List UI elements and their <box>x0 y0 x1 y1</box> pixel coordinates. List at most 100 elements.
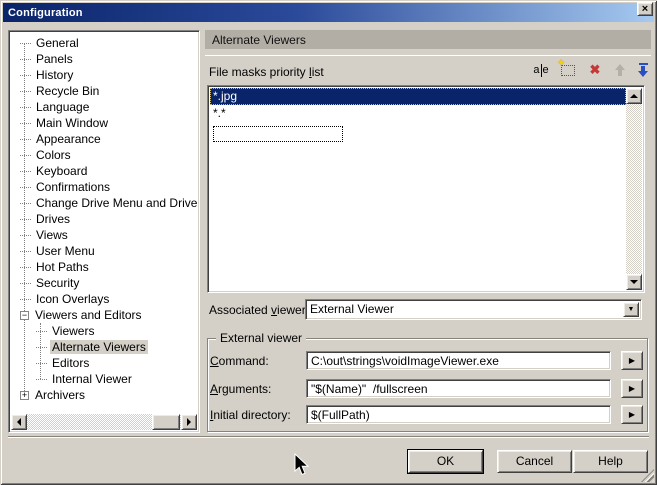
tree-item[interactable]: Icon Overlays <box>11 291 197 307</box>
initial-directory-input[interactable] <box>306 405 611 424</box>
dropdown-button[interactable]: ▼ <box>623 302 639 317</box>
initial-directory-browse-button[interactable]: ▶ <box>621 405 643 424</box>
move-up-button[interactable] <box>610 60 630 80</box>
move-up-icon <box>615 64 625 76</box>
file-masks-label: File masks priority list <box>209 65 324 79</box>
page-title-band: Alternate Viewers <box>205 30 651 49</box>
mask-item[interactable]: *.* <box>210 105 626 122</box>
tree-item[interactable]: −Viewers and Editors <box>11 307 197 323</box>
scrollbar-thumb[interactable] <box>152 414 180 430</box>
tree-item-label: History <box>34 68 75 82</box>
tree-item[interactable]: Keyboard <box>11 163 197 179</box>
rename-mask-button[interactable]: ae <box>531 60 551 80</box>
tree-item[interactable]: Change Drive Menu and Drive Ba <box>11 195 197 211</box>
new-mask-edit-box[interactable] <box>213 126 343 142</box>
tree-item[interactable]: Confirmations <box>11 179 197 195</box>
new-mask-button[interactable]: ✦ <box>558 60 578 80</box>
tree-connector <box>20 59 31 60</box>
mask-item[interactable]: *.jpg <box>210 88 626 105</box>
mouse-cursor <box>294 453 312 479</box>
cancel-button[interactable]: Cancel <box>497 450 572 473</box>
tree-horizontal-scrollbar[interactable] <box>11 414 197 430</box>
tree-item[interactable]: Colors <box>11 147 197 163</box>
expand-icon[interactable]: + <box>20 391 29 400</box>
tree-item[interactable]: History <box>11 67 197 83</box>
chevron-down-icon: ▼ <box>628 306 635 313</box>
tree-connector <box>20 91 31 92</box>
tree-item-label: Keyboard <box>34 164 89 178</box>
tree-item-label: Security <box>34 276 81 290</box>
tree-connector <box>20 235 31 236</box>
scroll-left-button[interactable] <box>11 414 27 430</box>
tree-connector <box>36 363 47 364</box>
move-down-button[interactable] <box>633 60 653 80</box>
tree-item[interactable]: Panels <box>11 51 197 67</box>
tree-item-label: Internal Viewer <box>50 372 134 386</box>
tree-item[interactable]: Drives <box>11 211 197 227</box>
bottom-separator <box>8 436 649 438</box>
command-browse-button[interactable]: ▶ <box>621 351 643 370</box>
page-title: Alternate Viewers <box>212 33 306 47</box>
close-icon: × <box>642 3 648 15</box>
tree-item-label: Alternate Viewers <box>50 340 148 354</box>
tree-item[interactable]: Security <box>11 275 197 291</box>
tree-connector <box>20 75 31 76</box>
tree-item-label: Confirmations <box>34 180 112 194</box>
browse-arrow-icon: ▶ <box>629 356 635 365</box>
associated-viewer-label: Associated viewer: <box>209 303 309 317</box>
tree-item[interactable]: Main Window <box>11 115 197 131</box>
tree-connector <box>20 251 31 252</box>
tree-connector <box>20 43 31 44</box>
scroll-up-icon <box>630 94 638 98</box>
tree-item-label: Viewers <box>50 324 96 338</box>
scroll-down-button[interactable] <box>626 274 642 290</box>
tree-item[interactable]: Language <box>11 99 197 115</box>
delete-mask-button[interactable]: ✖ <box>585 60 605 80</box>
scroll-left-icon <box>17 418 21 426</box>
list-vertical-scrollbar[interactable] <box>626 88 642 290</box>
tree-item[interactable]: + Archivers <box>11 387 197 403</box>
tree-item-label: Main Window <box>34 116 110 130</box>
tree-item[interactable]: Viewers <box>11 323 197 339</box>
ok-button[interactable]: OK <box>408 450 483 473</box>
tree-connector <box>20 283 31 284</box>
tree-connector <box>20 123 31 124</box>
tree-item-label: User Menu <box>34 244 97 258</box>
tree-item[interactable]: General <box>11 35 197 51</box>
close-button[interactable]: × <box>637 2 653 16</box>
tree-item-label: General <box>34 36 81 50</box>
tree-item[interactable]: User Menu <box>11 243 197 259</box>
tree-item-label: Archivers <box>33 388 87 402</box>
file-masks-list: *.jpg*.* <box>207 85 645 293</box>
mask-rows: *.jpg*.* <box>210 88 626 290</box>
tree-item-label: Change Drive Menu and Drive Ba <box>34 196 197 210</box>
tree-item[interactable]: Internal Viewer <box>11 371 197 387</box>
title-bar[interactable]: Configuration <box>3 3 654 22</box>
command-input[interactable] <box>306 351 611 370</box>
tree-item[interactable]: Editors <box>11 355 197 371</box>
tree-connector <box>20 107 31 108</box>
arguments-browse-button[interactable]: ▶ <box>621 379 643 398</box>
tree-item[interactable]: Appearance <box>11 131 197 147</box>
tree-item[interactable]: Views <box>11 227 197 243</box>
arguments-label: Arguments: <box>210 382 271 396</box>
arguments-input[interactable] <box>306 379 611 398</box>
move-down-icon <box>638 63 648 77</box>
tree-item[interactable]: Hot Paths <box>11 259 197 275</box>
scroll-right-icon <box>187 418 191 426</box>
scroll-up-button[interactable] <box>626 88 642 104</box>
tree-connector <box>20 155 31 156</box>
initial-directory-label: Initial directory: <box>210 408 291 422</box>
help-button[interactable]: Help <box>573 450 648 473</box>
collapse-icon[interactable]: − <box>20 311 29 320</box>
associated-viewer-select[interactable]: External Viewer ▼ <box>305 299 642 320</box>
command-label: Command: <box>210 354 269 368</box>
tree-item-label: Recycle Bin <box>34 84 101 98</box>
tree-item-label: Drives <box>34 212 72 226</box>
tree-item[interactable]: Recycle Bin <box>11 83 197 99</box>
scroll-right-button[interactable] <box>181 414 197 430</box>
tree-item-label: Panels <box>34 52 75 66</box>
rename-icon: ae <box>533 64 548 77</box>
tree-item[interactable]: Alternate Viewers <box>11 339 197 355</box>
tree-item-label: Colors <box>34 148 73 162</box>
